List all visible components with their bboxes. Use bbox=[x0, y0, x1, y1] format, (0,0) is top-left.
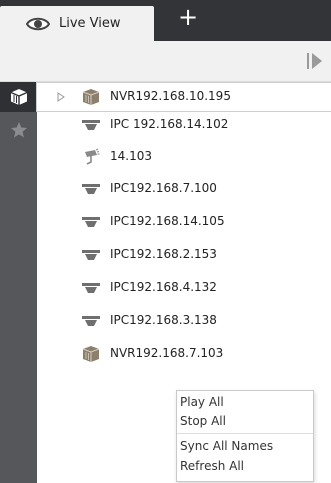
tree-item-nvr[interactable]: NVR192.168.10.195 bbox=[36, 82, 331, 112]
star-icon bbox=[11, 122, 27, 138]
menu-item-sync-all-names[interactable]: Sync All Names bbox=[177, 437, 316, 456]
dome-camera-icon bbox=[82, 184, 100, 194]
tree-item-label: NVR192.168.7.103 bbox=[110, 346, 224, 360]
tree-item-label: IPC192.168.3.138 bbox=[110, 313, 217, 327]
tree-item-label: IPC192.168.4.132 bbox=[110, 280, 217, 294]
tree-item-label: 14.103 bbox=[110, 149, 152, 163]
tab-live-view-label: Live View bbox=[59, 16, 121, 31]
tree-item-camera[interactable]: IPC192.168.4.132 bbox=[37, 274, 331, 302]
dome-camera-icon bbox=[82, 283, 100, 293]
tab-live-view[interactable]: Live View bbox=[0, 6, 154, 41]
nav-favorites[interactable] bbox=[0, 116, 37, 146]
tree-item-label: IPC192.168.14.105 bbox=[110, 214, 225, 228]
tab-bar: Live View + bbox=[0, 0, 331, 41]
menu-item-stop-all[interactable]: Stop All bbox=[177, 412, 316, 431]
tree-item-camera[interactable]: IPC 192.168.14.102 bbox=[37, 111, 331, 139]
eye-icon bbox=[26, 17, 50, 31]
left-nav bbox=[0, 82, 37, 483]
collapse-panel-icon[interactable] bbox=[306, 51, 324, 71]
tree-item-camera[interactable]: IPC192.168.2.153 bbox=[37, 241, 331, 269]
dome-camera-icon bbox=[82, 120, 100, 130]
cube-devices-icon bbox=[10, 89, 28, 105]
tree-item-label: IPC 192.168.14.102 bbox=[110, 117, 229, 131]
add-tab-button[interactable]: + bbox=[176, 4, 200, 30]
menu-item-play-all[interactable]: Play All bbox=[177, 393, 316, 412]
tree-item-label: IPC192.168.2.153 bbox=[110, 247, 217, 261]
tree-item-nvr[interactable]: NVR192.168.7.103 bbox=[37, 340, 331, 368]
toolbar bbox=[0, 41, 331, 82]
tree-item-label: IPC192.168.7.100 bbox=[110, 181, 217, 195]
nvr-icon bbox=[82, 89, 100, 105]
dome-camera-icon bbox=[82, 250, 100, 260]
nav-devices[interactable] bbox=[0, 82, 37, 112]
context-menu: Play All Stop All Sync All Names Refresh… bbox=[176, 390, 314, 482]
tree-item-label: NVR192.168.10.195 bbox=[110, 89, 231, 103]
tree-item-camera[interactable]: 14.103 bbox=[37, 143, 331, 171]
nvr-icon bbox=[82, 346, 100, 362]
dome-camera-icon bbox=[82, 316, 100, 326]
ptz-camera-icon bbox=[85, 148, 100, 165]
dome-camera-icon bbox=[82, 217, 100, 227]
menu-separator bbox=[177, 433, 313, 434]
tree-item-camera[interactable]: IPC192.168.3.138 bbox=[37, 307, 331, 335]
tree-item-camera[interactable]: IPC192.168.7.100 bbox=[37, 175, 331, 203]
tree-item-camera[interactable]: IPC192.168.14.105 bbox=[37, 208, 331, 236]
menu-item-refresh-all[interactable]: Refresh All bbox=[177, 457, 316, 476]
expand-arrow-icon[interactable] bbox=[57, 92, 65, 102]
